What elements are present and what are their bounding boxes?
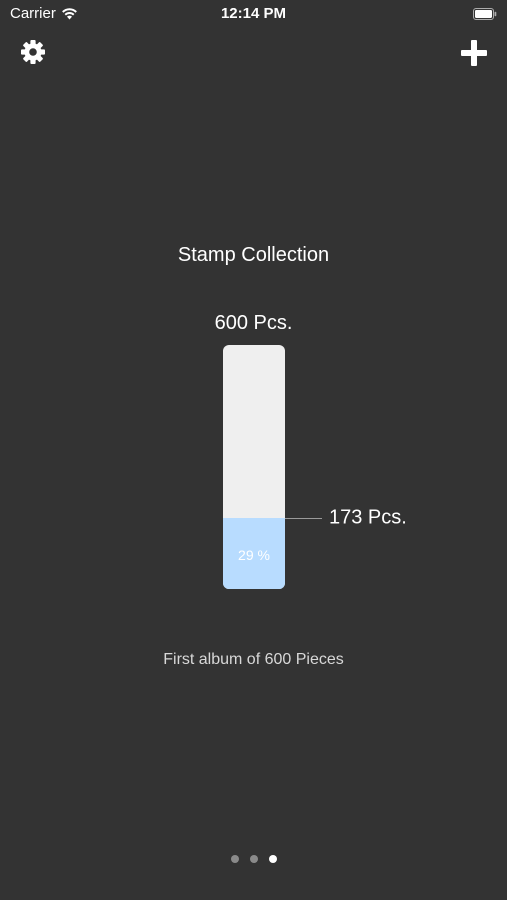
count-leader-line — [285, 518, 322, 519]
page-dot[interactable] — [268, 855, 277, 863]
percent-label: 29 % — [238, 547, 270, 563]
settings-button[interactable] — [19, 38, 47, 66]
status-bar: Carrier 12:14 PM — [0, 0, 507, 28]
collection-title: Stamp Collection — [177, 244, 330, 266]
plus-icon — [461, 40, 487, 66]
collection-description: First album of 600 Pieces — [163, 651, 344, 668]
progress-gauge: 29 % — [223, 345, 285, 589]
page-dot[interactable] — [249, 855, 258, 863]
page-dot[interactable] — [230, 855, 239, 863]
count-label: 173 Pcs. — [329, 506, 407, 529]
gear-icon — [21, 40, 45, 64]
page-indicator[interactable] — [0, 855, 507, 863]
battery-icon — [473, 7, 497, 20]
add-button[interactable] — [460, 39, 488, 67]
capacity-label: 600 Pcs. — [214, 312, 293, 334]
status-clock: 12:14 PM — [220, 5, 287, 22]
